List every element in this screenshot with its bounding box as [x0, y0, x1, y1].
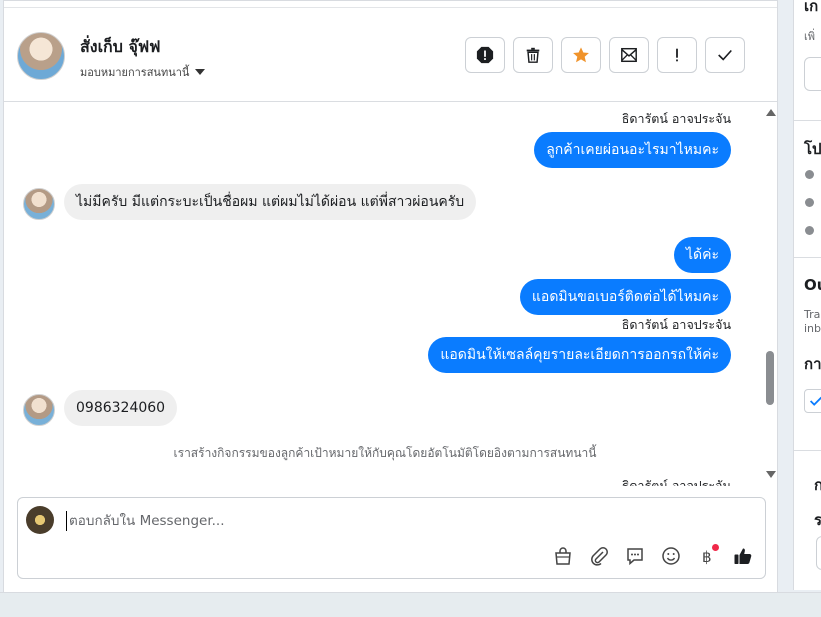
- star-button[interactable]: [561, 37, 601, 73]
- side-checkbox[interactable]: [804, 389, 821, 413]
- mark-done-button[interactable]: [705, 37, 745, 73]
- conversation-panel: สั่งเก็บ จุ๊ฟฟ มอบหมายการสนทนานี้ ธิดารั…: [3, 0, 778, 592]
- mark-unread-icon: [621, 47, 637, 63]
- outgoing-message[interactable]: แอดมินให้เซลล์คุยรายละเอียดการออกรถให้ค่…: [428, 337, 731, 373]
- shopping-bag-icon: [555, 547, 571, 565]
- saved-reply-button[interactable]: [623, 544, 647, 568]
- composer-toolbar: ฿: [551, 544, 755, 568]
- header-toolbar: [465, 37, 745, 73]
- trash-icon: [526, 47, 540, 63]
- conversation-header: สั่งเก็บ จุ๊ฟฟ มอบหมายการสนทนานี้: [4, 7, 777, 102]
- svg-text:฿: ฿: [702, 548, 712, 566]
- assign-label: มอบหมายการสนทนานี้: [80, 66, 190, 79]
- attachment-button[interactable]: [587, 544, 611, 568]
- star-icon: [573, 47, 589, 63]
- page-avatar: [26, 506, 54, 534]
- incoming-message[interactable]: 0986324060: [64, 390, 178, 426]
- thumbs-up-icon: [734, 548, 752, 564]
- like-button[interactable]: [731, 544, 755, 568]
- delete-button[interactable]: [513, 37, 553, 73]
- message-list: ธิดารัตน์ อาจประจัน ลูกค้าเคยผ่อนอะไรมาไ…: [4, 102, 766, 486]
- bottom-strip: [0, 592, 821, 617]
- mark-spam-button[interactable]: [465, 37, 505, 73]
- outgoing-message[interactable]: ได้ค่ะ: [673, 237, 731, 273]
- contact-avatar-small[interactable]: [23, 394, 55, 426]
- reply-input[interactable]: [66, 511, 666, 531]
- shopping-bag-button[interactable]: [551, 544, 575, 568]
- saved-reply-icon: [627, 548, 643, 566]
- side-heading: Ou: [804, 276, 821, 294]
- done-icon: [718, 49, 732, 61]
- outgoing-message[interactable]: แอดมินขอเบอร์ติดต่อได้ไหมคะ: [519, 279, 731, 315]
- clock-icon: [805, 170, 814, 179]
- check-icon: [809, 396, 821, 406]
- scroll-down-arrow-icon[interactable]: [766, 471, 776, 478]
- scroll-up-arrow-icon[interactable]: [766, 109, 776, 116]
- attachment-icon: [591, 547, 608, 566]
- system-note: เราสร้างกิจกรรมของลูกค้าเป้าหมายให้กับคุ…: [173, 446, 597, 460]
- emoji-icon: [662, 547, 680, 565]
- location-icon: [805, 198, 814, 207]
- caret-down-icon: [195, 69, 206, 75]
- contact-avatar-small[interactable]: [23, 188, 55, 220]
- side-heading: ก: [814, 473, 821, 497]
- mark-unread-button[interactable]: [609, 37, 649, 73]
- follow-up-icon: [676, 48, 678, 62]
- contact-avatar[interactable]: [17, 32, 65, 80]
- outgoing-message[interactable]: ลูกค้าเคยผ่อนอะไรมาไหมคะ: [534, 132, 731, 168]
- divider: [794, 257, 821, 258]
- sender-label: ธิดารัตน์ อาจประจัน: [621, 111, 731, 126]
- notification-dot: [712, 544, 719, 551]
- follow-up-button[interactable]: [657, 37, 697, 73]
- side-heading: กา: [804, 355, 821, 373]
- sender-label: ธิดารัตน์ อาจประจัน: [621, 478, 731, 486]
- divider: [794, 450, 821, 451]
- scrollbar-thumb[interactable]: [766, 351, 774, 405]
- spam-icon: [476, 46, 494, 64]
- payment-button[interactable]: ฿: [695, 544, 719, 568]
- assign-conversation-dropdown[interactable]: มอบหมายการสนทนานี้: [80, 63, 206, 81]
- side-heading: โป: [804, 140, 821, 158]
- emoji-button[interactable]: [659, 544, 683, 568]
- side-heading: ร: [814, 508, 821, 532]
- contact-name[interactable]: สั่งเก็บ จุ๊ฟฟ: [80, 35, 161, 60]
- side-subtext: inbo: [804, 322, 821, 335]
- details-side-panel: เก เพิ่ โป Ou Trac inbo กา ก ร: [793, 0, 821, 590]
- reply-composer: ฿: [17, 497, 766, 579]
- side-input-box[interactable]: [804, 57, 821, 91]
- side-subtext: Trac: [804, 308, 821, 321]
- incoming-message[interactable]: ไม่มีครับ มีแต่กระบะเป็นชื่อผม แต่ผมไม่ไ…: [64, 184, 477, 220]
- side-heading: เก: [804, 0, 819, 15]
- side-input-box[interactable]: [816, 536, 821, 570]
- divider: [794, 120, 821, 121]
- side-subtext: เพิ่: [804, 30, 816, 43]
- sender-label: ธิดารัตน์ อาจประจัน: [621, 317, 731, 332]
- message-scrollbar[interactable]: [763, 102, 777, 486]
- location-icon: [805, 226, 814, 235]
